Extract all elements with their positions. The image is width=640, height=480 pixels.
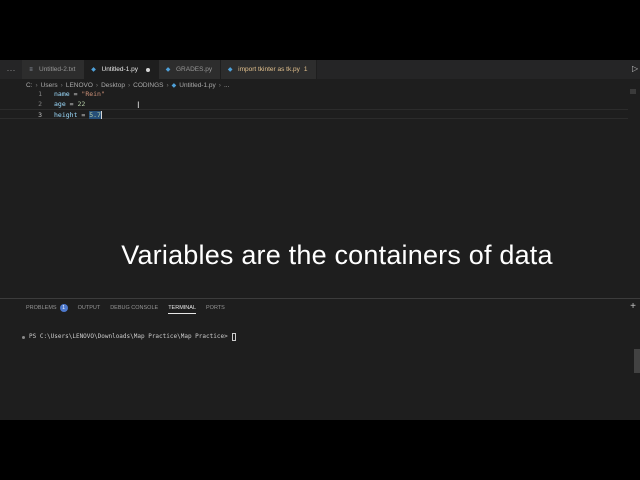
tab-debug-console[interactable]: DEBUG CONSOLE bbox=[110, 299, 158, 316]
vscode-window: ··· ≡ Untitled-2.txt ◆ Untitled-1.py ◆ G… bbox=[0, 60, 640, 420]
chevron-right-icon: › bbox=[218, 81, 221, 89]
tab-problems[interactable]: PROBLEMS 1 bbox=[26, 299, 68, 316]
tab-label: PORTS bbox=[206, 304, 225, 311]
tab-import-tkinter-py[interactable]: ◆ import tkinter as tk.py 1 bbox=[221, 60, 317, 79]
python-file-icon: ◆ bbox=[171, 82, 177, 89]
code-text[interactable]: age = 22 bbox=[54, 99, 85, 109]
problems-count-badge: 1 bbox=[59, 303, 68, 312]
chevron-right-icon: › bbox=[95, 81, 99, 89]
editor-tab-strip: ··· ≡ Untitled-2.txt ◆ Untitled-1.py ◆ G… bbox=[0, 60, 640, 79]
text-caret bbox=[100, 111, 102, 119]
video-caption: Variables are the containers of data bbox=[121, 240, 553, 270]
tab-terminal[interactable]: TERMINAL bbox=[168, 299, 196, 316]
breadcrumb-item[interactable]: Desktop bbox=[101, 82, 125, 89]
chevron-right-icon: › bbox=[35, 81, 38, 89]
tab-untitled-1-py[interactable]: ◆ Untitled-1.py bbox=[84, 60, 159, 79]
panel-tab-strip: PROBLEMS 1 OUTPUT DEBUG CONSOLE TERMINAL… bbox=[26, 299, 225, 316]
code-text[interactable]: height = 5.7 bbox=[54, 110, 102, 120]
tab-label: import tkinter as tk.py bbox=[238, 66, 300, 73]
tab-label: GRADES.py bbox=[176, 66, 213, 73]
python-file-icon: ◆ bbox=[227, 67, 233, 73]
letterbox-top bbox=[0, 0, 640, 60]
breadcrumb-item[interactable]: Users bbox=[41, 82, 58, 89]
terminal-prompt-line[interactable]: PS C:\Users\LENOVO\Downloads\Map Practic… bbox=[22, 332, 236, 342]
terminal-scrollbar[interactable] bbox=[634, 349, 640, 373]
tab-label: TERMINAL bbox=[168, 304, 196, 311]
letterbox-bottom bbox=[0, 420, 640, 480]
line-number: 3 bbox=[38, 111, 42, 119]
run-file-icon[interactable]: ▷ bbox=[632, 64, 640, 74]
tab-grades-py[interactable]: ◆ GRADES.py bbox=[159, 60, 222, 79]
breadcrumb-item[interactable]: Untitled-1.py bbox=[179, 82, 216, 89]
new-terminal-plus-icon[interactable]: + bbox=[630, 302, 636, 312]
text-file-icon: ≡ bbox=[29, 66, 33, 73]
tab-label: OUTPUT bbox=[77, 304, 101, 311]
tab-warning-count: 1 bbox=[303, 66, 308, 73]
tab-untitled-2-txt[interactable]: ≡ Untitled-2.txt bbox=[22, 60, 85, 79]
python-file-icon: ◆ bbox=[91, 67, 96, 73]
python-file-icon: ◆ bbox=[165, 67, 171, 73]
ibeam-cursor-icon: I bbox=[137, 101, 140, 111]
selected-text: 5.7 bbox=[89, 111, 101, 119]
tab-output[interactable]: OUTPUT bbox=[78, 299, 101, 316]
tab-ports[interactable]: PORTS bbox=[206, 299, 225, 316]
terminal-cursor bbox=[231, 333, 236, 341]
tab-label: PROBLEMS bbox=[26, 304, 57, 311]
breadcrumb-item[interactable]: ... bbox=[224, 82, 229, 89]
breadcrumb-item[interactable]: CODINGS bbox=[133, 82, 163, 89]
chevron-right-icon: › bbox=[127, 81, 131, 89]
bottom-panel: PROBLEMS 1 OUTPUT DEBUG CONSOLE TERMINAL… bbox=[0, 298, 640, 420]
breadcrumb-item[interactable]: C: bbox=[26, 82, 33, 89]
command-decoration-icon bbox=[22, 335, 25, 339]
terminal-prompt: PS C:\Users\LENOVO\Downloads\Map Practic… bbox=[29, 333, 228, 340]
tab-label: DEBUG CONSOLE bbox=[110, 304, 159, 311]
code-line[interactable]: 1 name = "Rein" bbox=[0, 89, 628, 99]
line-number: 1 bbox=[38, 90, 42, 98]
chevron-right-icon: › bbox=[60, 81, 63, 89]
chevron-right-icon: › bbox=[166, 81, 169, 89]
code-line[interactable]: 2 age = 22 bbox=[0, 99, 628, 109]
tab-label: Untitled-1.py bbox=[101, 66, 139, 73]
code-text[interactable]: name = "Rein" bbox=[54, 89, 105, 99]
minimap[interactable] bbox=[630, 89, 636, 94]
unsaved-dot-icon[interactable] bbox=[146, 67, 150, 72]
line-number: 2 bbox=[38, 100, 42, 108]
tab-label: Untitled-2.txt bbox=[39, 66, 76, 73]
code-line-current[interactable]: 3 height = 5.7 bbox=[0, 109, 628, 119]
more-actions-icon[interactable]: ··· bbox=[0, 60, 22, 79]
breadcrumb-item[interactable]: LENOVO bbox=[66, 82, 93, 89]
